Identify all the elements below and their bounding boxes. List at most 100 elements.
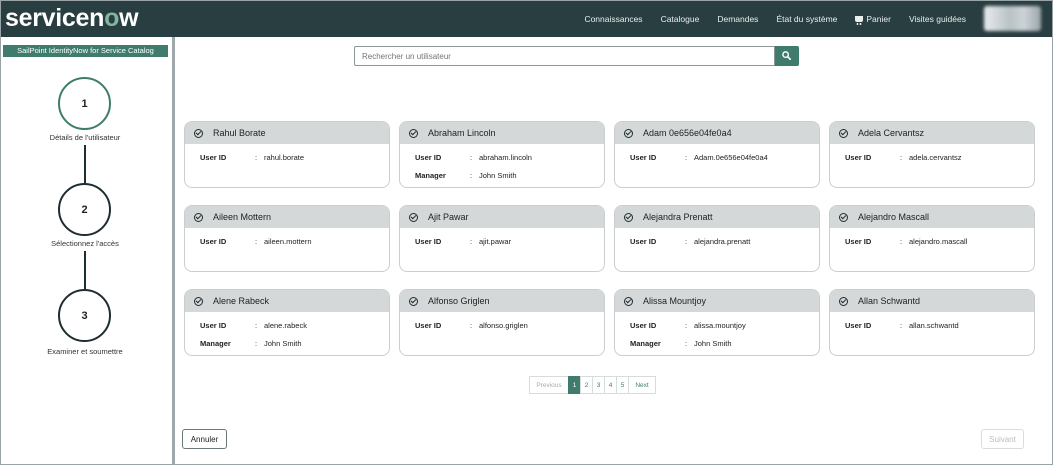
separator-colon: : [255, 237, 258, 246]
nav-cart-label: Panier [866, 14, 891, 24]
separator-colon: : [255, 321, 258, 330]
user-card-header: Aileen Mottern [185, 206, 389, 228]
check-circle-icon [194, 296, 203, 306]
user-name: Alissa Mountjoy [643, 296, 707, 306]
servicenow-logo[interactable]: servicenow [5, 4, 139, 33]
user-card[interactable]: Adam 0e656e04fe0a4 User ID: Adam.0e656e04f… [614, 121, 820, 188]
separator-colon: : [470, 321, 473, 330]
user-name: Rahul Borate [213, 128, 266, 138]
check-circle-icon [624, 296, 633, 306]
cancel-button[interactable]: Annuler [182, 429, 227, 449]
user-id-value: Adam.0e656e04fe0a4 [694, 153, 768, 162]
search-icon [782, 51, 791, 60]
step-1-label: Détails de l'utilisateur [49, 133, 121, 142]
user-card[interactable]: Allan Schwantd User ID: allan.schwantd [829, 289, 1035, 356]
user-id-label: User ID [200, 153, 227, 162]
user-card[interactable]: Ajit Pawar User ID: ajit.pawar [399, 205, 605, 272]
step-connector [84, 251, 86, 289]
user-name: Alejandro Mascall [858, 212, 930, 222]
user-card[interactable]: Adela Cervantsz User ID: adela.cervantsz [829, 121, 1035, 188]
user-id-value: alene.rabeck [264, 321, 307, 330]
user-card[interactable]: Alejandra Prenatt User ID: alejandra.prena… [614, 205, 820, 272]
user-id-label: User ID [415, 153, 442, 162]
user-card[interactable]: Alfonso Griglen User ID: alfonso.griglen [399, 289, 605, 356]
app-window: servicenow Connaissances Catalogue Deman… [0, 0, 1053, 465]
user-id-label: User ID [630, 237, 657, 246]
cart-icon [855, 16, 864, 25]
user-card[interactable]: Aileen Mottern User ID: aileen.mottern [184, 205, 390, 272]
step-3-label: Examiner et soumettre [47, 347, 123, 356]
user-id-value: alfonso.griglen [479, 321, 528, 330]
pagination: Previous 1 2 3 4 5 Next [529, 376, 656, 394]
nav-knowledge[interactable]: Connaissances [584, 14, 642, 24]
user-card-header: Adela Cervantsz [830, 122, 1034, 144]
user-id-label: User ID [845, 321, 872, 330]
user-name: Adela Cervantsz [858, 128, 925, 138]
nav-requests[interactable]: Demandes [717, 14, 758, 24]
separator-colon: : [470, 237, 473, 246]
manager-value: John Smith [479, 171, 517, 180]
step-connector [84, 145, 86, 183]
user-card[interactable]: Alissa Mountjoy User ID: alissa.mountjoy Ma… [614, 289, 820, 356]
user-card-header: Alene Rabeck [185, 290, 389, 312]
user-id-value: alejandra.prenatt [694, 237, 751, 246]
sidebar-divider [172, 37, 175, 464]
user-card-header: Allan Schwantd [830, 290, 1034, 312]
user-id-label: User ID [845, 237, 872, 246]
user-id-value: adela.cervantsz [909, 153, 962, 162]
next-button[interactable]: Suivant [981, 429, 1024, 449]
user-id-value: allan.schwantd [909, 321, 959, 330]
user-id-label: User ID [200, 237, 227, 246]
wizard-sidebar: SailPoint IdentityNow for Service Catalo… [1, 37, 172, 464]
separator-colon: : [470, 153, 473, 162]
search-button[interactable] [775, 46, 799, 66]
separator-colon: : [900, 153, 903, 162]
step-3-circle: 3 [58, 289, 111, 342]
user-id-value: alejandro.mascall [909, 237, 968, 246]
user-id-value: alissa.mountjoy [694, 321, 746, 330]
user-id-value: rahul.borate [264, 153, 305, 162]
user-card-header: Alejandra Prenatt [615, 206, 819, 228]
pagination-previous[interactable]: Previous [529, 376, 569, 394]
step-1-circle: 1 [58, 77, 111, 130]
user-card[interactable]: Alene Rabeck User ID: alene.rabeck Manager:… [184, 289, 390, 356]
separator-colon: : [900, 321, 903, 330]
user-card[interactable]: Rahul Borate User ID: rahul.borate [184, 121, 390, 188]
top-header: servicenow Connaissances Catalogue Deman… [1, 1, 1052, 37]
separator-colon: : [685, 153, 688, 162]
separator-colon: : [685, 339, 688, 348]
user-card-header: Abraham Lincoln [400, 122, 604, 144]
user-id-label: User ID [630, 321, 657, 330]
user-name: Alejandra Prenatt [643, 212, 713, 222]
user-name: Aileen Mottern [213, 212, 272, 222]
catalog-tab[interactable]: SailPoint IdentityNow for Service Catalo… [3, 45, 168, 57]
user-name: Allan Schwantd [858, 296, 921, 306]
check-circle-icon [839, 296, 848, 306]
check-circle-icon [839, 212, 848, 222]
manager-value: John Smith [264, 339, 302, 348]
user-id-label: User ID [415, 321, 442, 330]
nav-cart[interactable]: Panier [855, 14, 891, 25]
check-circle-icon [839, 128, 848, 138]
separator-colon: : [685, 237, 688, 246]
check-circle-icon [194, 212, 203, 222]
search-input[interactable] [354, 46, 775, 66]
user-avatar[interactable] [984, 6, 1041, 31]
nav-guided-tours[interactable]: Visites guidées [909, 14, 966, 24]
user-card-header: Alfonso Griglen [400, 290, 604, 312]
pagination-next[interactable]: Next [628, 376, 656, 394]
user-name: Alene Rabeck [213, 296, 270, 306]
user-card-header: Rahul Borate [185, 122, 389, 144]
user-id-label: User ID [415, 237, 442, 246]
main-nav: Connaissances Catalogue Demandes État du… [566, 1, 966, 37]
separator-colon: : [900, 237, 903, 246]
user-card[interactable]: Alejandro Mascall User ID: alejandro.masca… [829, 205, 1035, 272]
step-2-label: Sélectionnez l'accès [51, 239, 119, 248]
user-card[interactable]: Abraham Lincoln User ID: abraham.lincoln Ma… [399, 121, 605, 188]
nav-system-status[interactable]: État du système [776, 14, 837, 24]
user-card-header: Alissa Mountjoy [615, 290, 819, 312]
manager-value: John Smith [694, 339, 732, 348]
nav-catalog[interactable]: Catalogue [661, 14, 700, 24]
separator-colon: : [685, 321, 688, 330]
user-name: Ajit Pawar [428, 212, 469, 222]
